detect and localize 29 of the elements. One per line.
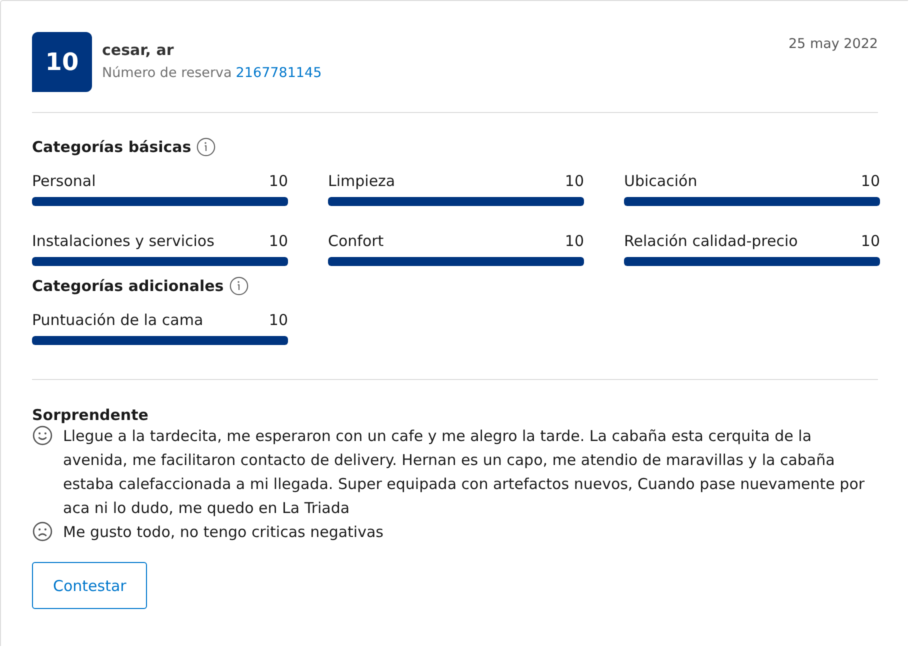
reservation-label: Número de reserva bbox=[102, 65, 232, 81]
category-score: 10 bbox=[268, 232, 288, 250]
category-score: 10 bbox=[268, 172, 288, 190]
reservation-link[interactable]: 2167781145 bbox=[236, 65, 322, 81]
section-title: Categorías básicas bbox=[32, 138, 192, 156]
category-name: Instalaciones y servicios bbox=[32, 232, 214, 250]
category-name: Relación calidad-precio bbox=[624, 232, 798, 250]
reply-button[interactable]: Contestar bbox=[32, 562, 148, 609]
category-name: Personal bbox=[32, 172, 96, 190]
category-name: Limpieza bbox=[328, 172, 396, 190]
category-name: Puntuación de la cama bbox=[32, 311, 204, 329]
section-title: Categorías adicionales bbox=[32, 277, 224, 295]
category-score: 10 bbox=[564, 232, 584, 250]
category-score: 10 bbox=[268, 311, 288, 329]
info-icon[interactable] bbox=[228, 276, 249, 296]
review-title: Sorprendente bbox=[32, 406, 150, 424]
score-badge: 10 bbox=[32, 32, 92, 92]
reviewer-name: cesar, ar bbox=[102, 41, 175, 59]
category-score: 10 bbox=[564, 172, 584, 190]
category-score: 10 bbox=[860, 172, 880, 190]
category-name: Ubicación bbox=[624, 172, 698, 190]
smiley-icon bbox=[32, 425, 53, 446]
category-score: 10 bbox=[860, 232, 880, 250]
review-date: 25 may 2022 bbox=[788, 35, 878, 52]
review-text: Me gusto todo, no tengo criticas negativas bbox=[63, 522, 384, 543]
info-icon[interactable] bbox=[196, 137, 216, 157]
category-name: Confort bbox=[328, 232, 384, 250]
sad-face-icon bbox=[32, 521, 53, 542]
review-text: Llegue a la tardecita, me esperaron con un cafe y me alegro la tarde. La cabaña esta cerquita de la avenida, me facilitaron contacto de delivery. Hernan es un capo, me atendio de maravillas y la cabaña estaba calefaccionada a mi llegada. Super equipada con artefactos nuevos, Cuando pase nuevamente por aca ni lo dudo, me quedo en La Triada bbox=[63, 426, 866, 519]
